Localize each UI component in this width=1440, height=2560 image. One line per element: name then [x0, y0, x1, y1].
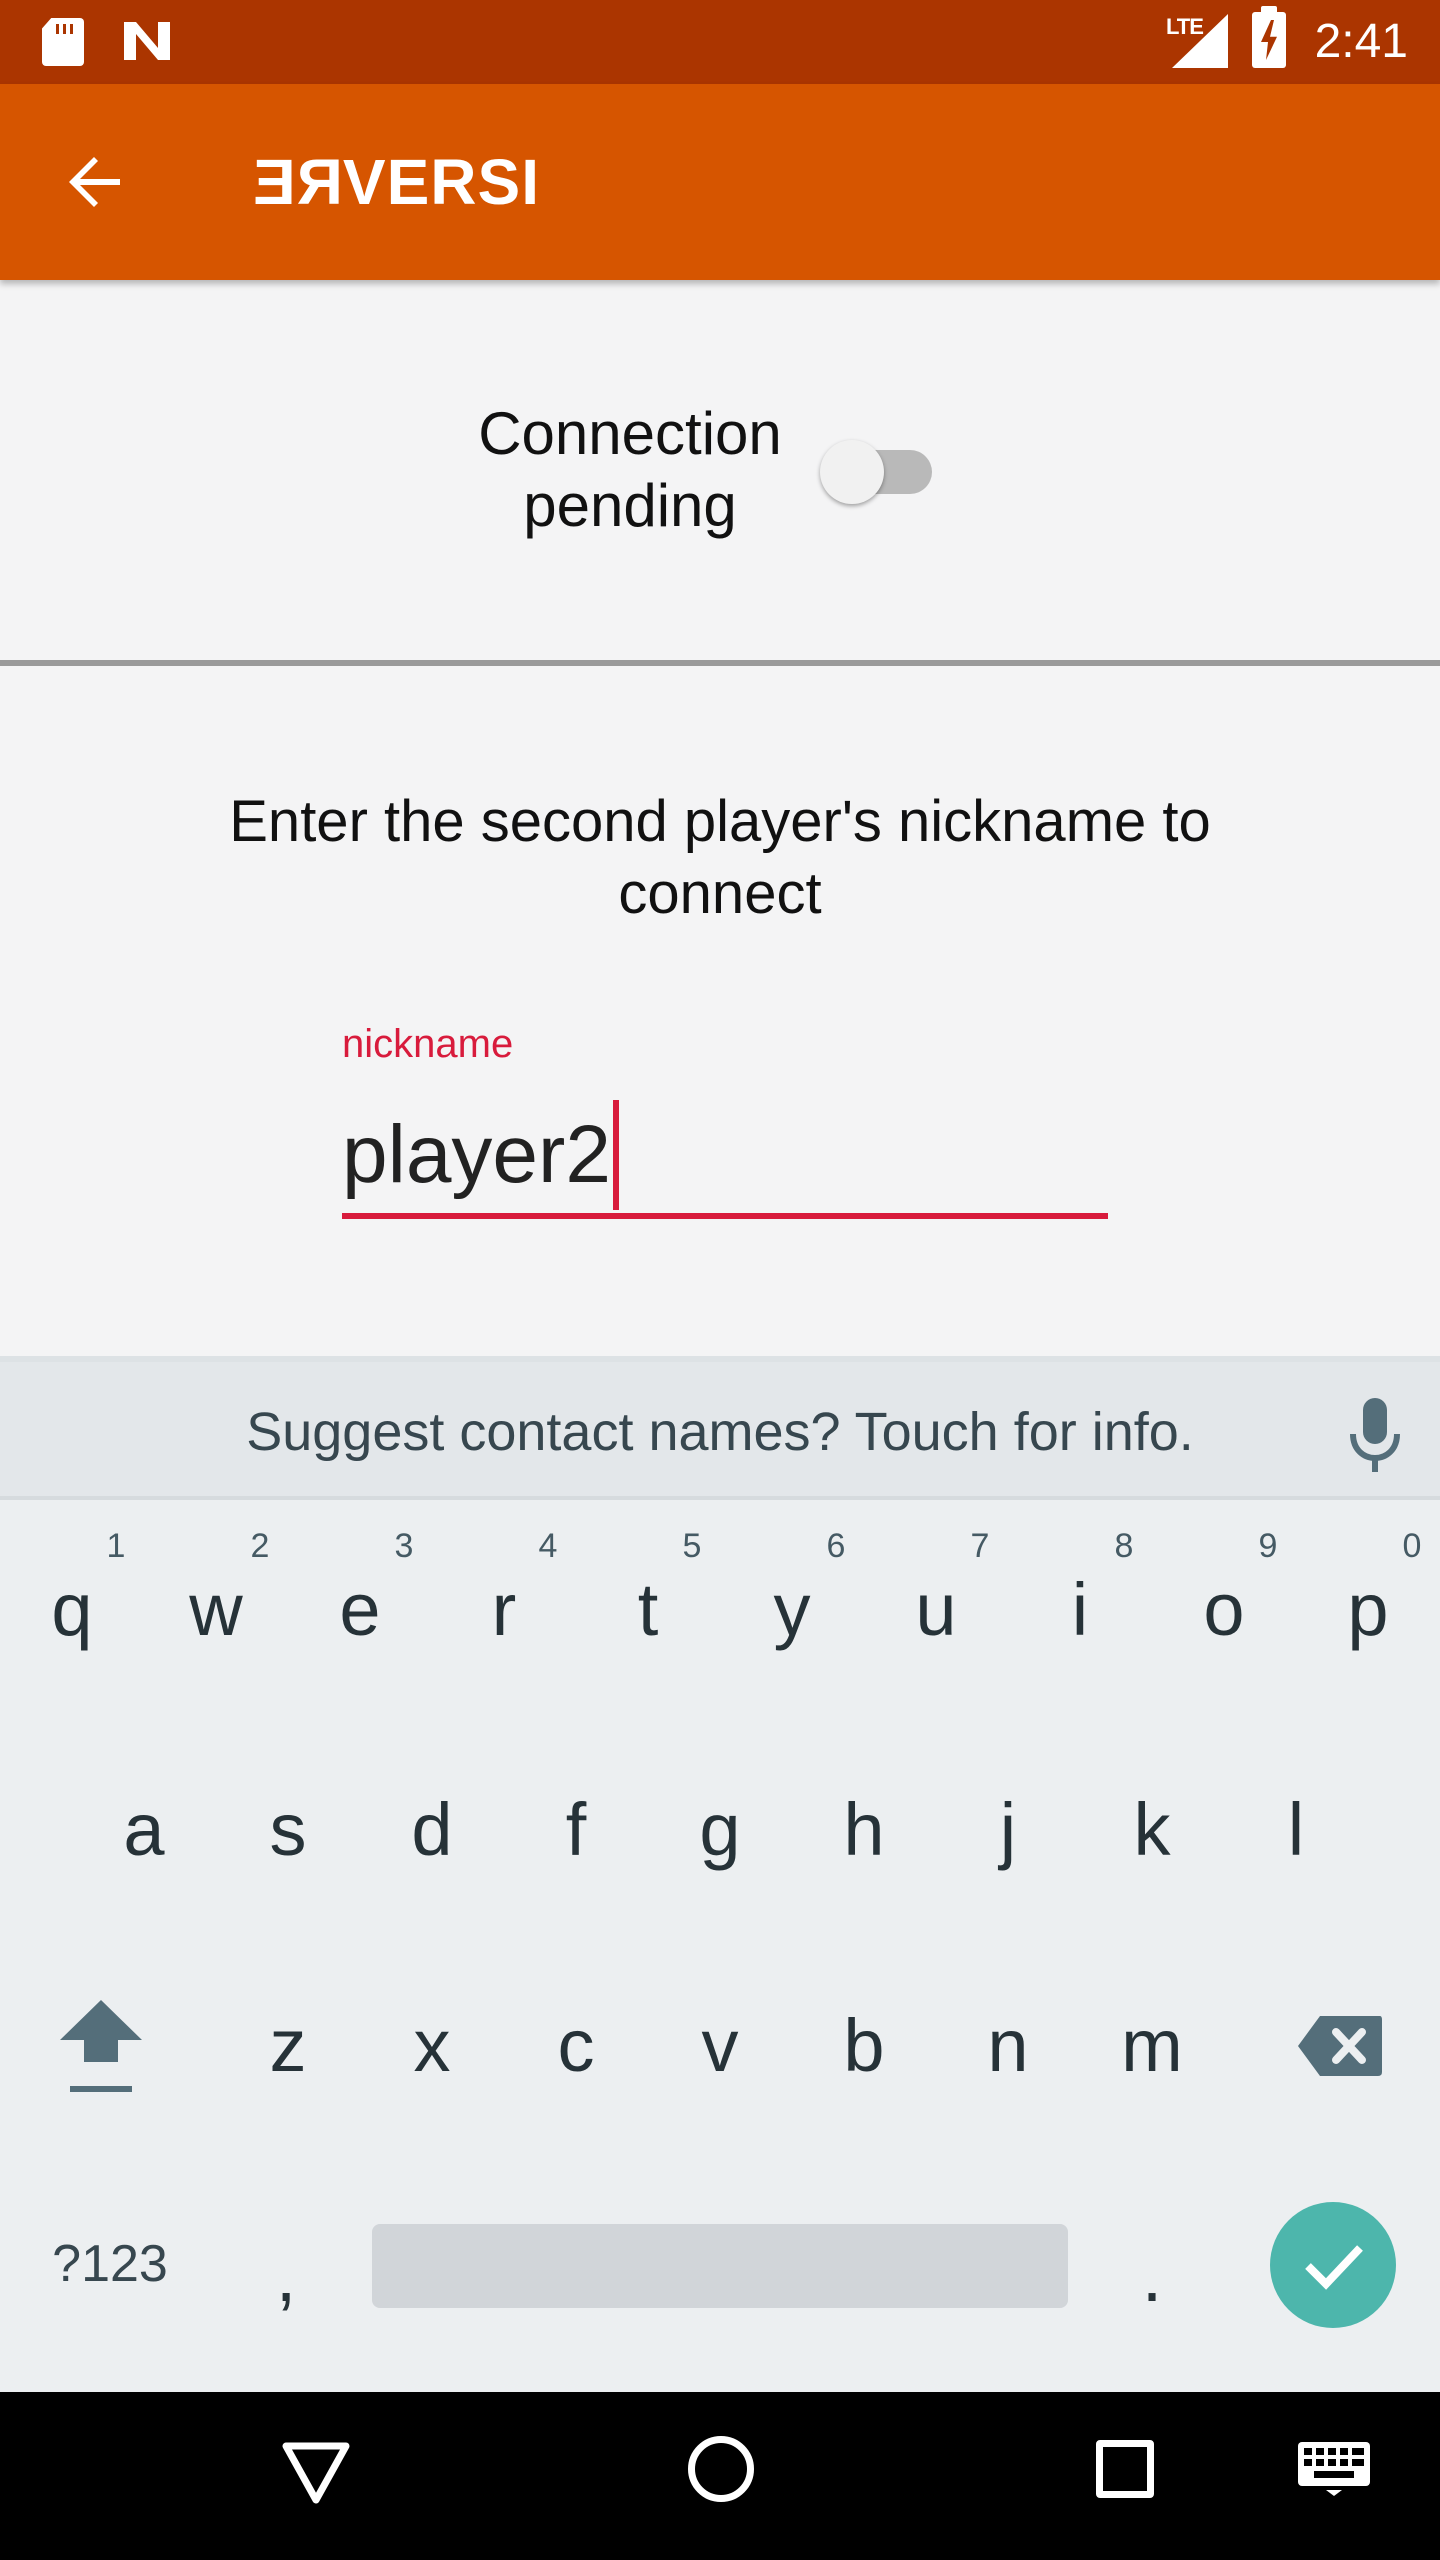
navigation-bar: [0, 2392, 1440, 2560]
status-bar: LTE 2:41: [0, 0, 1440, 84]
status-time: 2:41: [1314, 15, 1408, 68]
key-hint-1: 1: [106, 1527, 126, 1565]
key-hint-0: 0: [1402, 1527, 1422, 1565]
period-key[interactable]: .: [1122, 2236, 1182, 2316]
nickname-prompt: Enter the second player's nickname to co…: [229, 789, 1211, 926]
key-hint-8: 8: [1114, 1527, 1134, 1565]
key-z[interactable]: z: [216, 1966, 360, 2126]
key-m[interactable]: m: [1080, 1966, 1224, 2126]
app-title-mirrored: RE: [252, 146, 343, 218]
key-h[interactable]: h: [792, 1750, 936, 1910]
network-type-label: LTE: [1166, 14, 1204, 39]
key-hint-4: 4: [538, 1527, 558, 1565]
nav-home-icon[interactable]: [688, 2436, 754, 2502]
key-g[interactable]: g: [648, 1750, 792, 1910]
key-hint-6: 6: [826, 1527, 846, 1565]
nickname-input[interactable]: player2: [342, 1100, 1108, 1210]
nickname-field-underline: [342, 1213, 1108, 1219]
key-hint-9: 9: [1258, 1527, 1278, 1565]
microphone-icon[interactable]: [1344, 1396, 1406, 1476]
key-hint-5: 5: [682, 1527, 702, 1565]
key-hint-3: 3: [394, 1527, 414, 1565]
sd-card-icon: [42, 18, 84, 66]
key-l[interactable]: l: [1224, 1750, 1368, 1910]
nav-back-icon[interactable]: [280, 2436, 352, 2508]
key-f[interactable]: f: [504, 1750, 648, 1910]
backspace-icon[interactable]: [1296, 2014, 1384, 2078]
app-title-rest: VERSI: [342, 146, 540, 218]
section-divider: [0, 660, 1440, 666]
key-x[interactable]: x: [360, 1966, 504, 2126]
key-j[interactable]: j: [936, 1750, 1080, 1910]
space-key[interactable]: [372, 2224, 1068, 2308]
suggestion-text: Suggest contact names? Touch for info.: [246, 1402, 1194, 1462]
key-n[interactable]: n: [936, 1966, 1080, 2126]
nickname-field-label: nickname: [342, 1022, 514, 1066]
n-notification-icon: [124, 22, 170, 60]
key-hint-2: 2: [250, 1527, 270, 1565]
enter-key[interactable]: [1270, 2202, 1396, 2328]
app-title: REVERSI: [252, 144, 540, 220]
shift-icon[interactable]: [56, 1996, 146, 2096]
key-c[interactable]: c: [504, 1966, 648, 2126]
app-bar: REVERSI: [0, 84, 1440, 280]
connection-section: Connection pending: [0, 280, 1440, 664]
arrow-back-icon[interactable]: [60, 146, 132, 218]
suggestion-strip[interactable]: Suggest contact names? Touch for info.: [0, 1362, 1440, 1500]
keyboard-switch-icon[interactable]: [1296, 2440, 1372, 2496]
key-a[interactable]: a: [72, 1750, 216, 1910]
comma-key[interactable]: ,: [256, 2236, 316, 2316]
connection-status-label: Connection pending: [478, 400, 782, 539]
key-d[interactable]: d: [360, 1750, 504, 1910]
symbols-key[interactable]: ?123: [30, 2224, 190, 2304]
key-s[interactable]: s: [216, 1750, 360, 1910]
nickname-input-value: player2: [342, 1109, 611, 1200]
nav-recents-icon[interactable]: [1096, 2440, 1154, 2498]
checkmark-icon: [1305, 2245, 1363, 2290]
text-caret: [612, 1100, 619, 1210]
key-v[interactable]: v: [648, 1966, 792, 2126]
connection-toggle[interactable]: [820, 436, 936, 504]
key-hint-7: 7: [970, 1527, 990, 1565]
toggle-thumb: [820, 440, 884, 504]
key-b[interactable]: b: [792, 1966, 936, 2126]
key-k[interactable]: k: [1080, 1750, 1224, 1910]
